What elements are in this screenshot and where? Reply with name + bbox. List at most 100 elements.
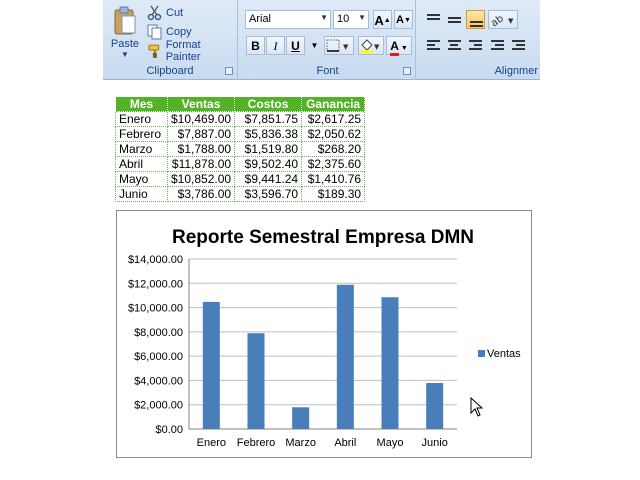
font-color-button[interactable]: A ▼ [386, 36, 412, 56]
fill-bucket-icon: ▼ [361, 39, 380, 53]
bar-chart: Reporte Semestral Empresa DMN $0.00 $2,00… [128, 227, 521, 449]
format-painter-button[interactable]: Format Painter [147, 39, 237, 63]
underline-dropdown[interactable]: ▼ [305, 36, 324, 55]
mouse-cursor-icon [470, 397, 484, 417]
x-tick-label: Abril [334, 437, 356, 449]
fill-color-button[interactable]: ▼ [358, 36, 384, 55]
font-size-select[interactable]: 10 ▼ [333, 10, 369, 29]
grow-font-button[interactable]: A▲ [373, 10, 392, 29]
header-costos[interactable]: Costos [234, 96, 303, 112]
cell-ganancia[interactable]: $1,410.76 [301, 171, 366, 187]
underline-button[interactable]: U [286, 36, 305, 55]
cell-costos[interactable]: $5,836.38 [234, 126, 303, 142]
svg-text:▼: ▼ [343, 43, 349, 51]
legend-label: Ventas [487, 348, 521, 360]
bold-button[interactable]: B [246, 36, 265, 55]
x-tick-label: Enero [197, 437, 226, 449]
chevron-down-icon: ▼ [310, 41, 319, 50]
bar-junio[interactable] [426, 383, 444, 429]
borders-icon: ▼ [326, 39, 349, 52]
font-group: Arial ▼ 10 ▼ A▲ A▼ B I U ▼ ▼ ▼ A ▼ Font [240, 0, 416, 80]
cell-mes[interactable]: Mayo [115, 171, 168, 187]
cell-mes[interactable]: Junio [115, 186, 168, 202]
font-dialog-launcher[interactable] [403, 67, 411, 75]
paste-dropdown-icon[interactable]: ▼ [109, 50, 141, 59]
align-right-button[interactable] [466, 36, 485, 55]
x-tick-label: Febrero [237, 437, 276, 449]
cell-costos[interactable]: $7,851.75 [234, 111, 303, 127]
alignment-group-label: Alignmer [494, 65, 538, 77]
cell-ventas[interactable]: $10,852.00 [166, 171, 236, 187]
cell-ganancia[interactable]: $2,375.60 [301, 156, 366, 172]
cell-ventas[interactable]: $3,786.00 [166, 186, 236, 202]
cell-mes[interactable]: Enero [115, 111, 168, 127]
underline-label: U [291, 39, 300, 53]
paste-label: Paste [110, 38, 140, 50]
paste-button[interactable]: Paste ▼ [109, 4, 141, 62]
cut-button[interactable]: Cut [147, 4, 183, 21]
paintbrush-icon [148, 44, 160, 58]
legend[interactable]: Ventas [478, 348, 521, 360]
table-row: Febrero $7,887.00 $5,836.38 $2,050.62 [115, 126, 366, 142]
cell-costos[interactable]: $1,519.80 [234, 141, 303, 157]
shrink-font-button[interactable]: A▼ [394, 10, 413, 29]
table-row: Abril $11,878.00 $9,502.40 $2,375.60 [115, 156, 366, 172]
borders-button[interactable]: ▼ [324, 36, 354, 55]
increase-indent-button[interactable] [509, 36, 528, 55]
cell-costos[interactable]: $9,502.40 [234, 156, 303, 172]
y-tick-label: $6,000.00 [134, 351, 183, 363]
font-size-value: 10 [337, 13, 350, 25]
cell-mes[interactable]: Febrero [115, 126, 168, 142]
cell-ganancia[interactable]: $268.20 [301, 141, 366, 157]
font-group-label: Font [316, 65, 339, 77]
scissors-icon [147, 5, 162, 20]
chart-object[interactable]: Reporte Semestral Empresa DMN $0.00 $2,00… [116, 210, 532, 458]
cell-ventas[interactable]: $10,469.00 [166, 111, 236, 127]
cut-label: Cut [166, 6, 184, 19]
copy-button[interactable]: Copy [147, 23, 192, 40]
bold-label: B [251, 39, 260, 53]
cell-ventas[interactable]: $11,878.00 [166, 156, 236, 172]
font-name-value: Arial [249, 13, 272, 25]
y-tick-label: $2,000.00 [134, 400, 183, 412]
align-left-button[interactable] [424, 36, 443, 55]
y-tick-label: $14,000.00 [128, 254, 183, 266]
bottom-align-button[interactable] [466, 10, 485, 29]
alignment-group: ab ▼ Alignmer [418, 0, 540, 80]
cell-ganancia[interactable]: $2,050.62 [301, 126, 366, 142]
cell-ventas[interactable]: $1,788.00 [166, 141, 236, 157]
x-tick-label: Junio [422, 437, 448, 449]
cell-mes[interactable]: Abril [115, 156, 168, 172]
x-tick-label: Mayo [377, 437, 404, 449]
y-tick-label: $0.00 [155, 424, 183, 436]
text-orientation-icon: ab ▼ [489, 13, 514, 29]
bar-abril[interactable] [336, 284, 354, 429]
cell-ventas[interactable]: $7,887.00 [166, 126, 236, 142]
cell-ganancia[interactable]: $2,617.25 [301, 111, 366, 127]
bar-febrero[interactable] [247, 333, 265, 429]
legend-swatch [478, 350, 485, 357]
header-ventas[interactable]: Ventas [166, 96, 236, 112]
bar-marzo[interactable] [292, 407, 310, 429]
plot-area[interactable] [202, 284, 444, 429]
orientation-button[interactable]: ab ▼ [488, 10, 518, 29]
cell-ganancia[interactable]: $189.30 [301, 186, 366, 202]
cell-mes[interactable]: Marzo [115, 141, 168, 157]
grow-font-label: A [374, 13, 384, 28]
header-mes[interactable]: Mes [115, 96, 168, 112]
decrease-indent-button[interactable] [488, 36, 507, 55]
clipboard-dialog-launcher[interactable] [225, 67, 233, 75]
italic-button[interactable]: I [266, 36, 285, 55]
header-ganancia[interactable]: Ganancia [301, 96, 366, 112]
bar-mayo[interactable] [381, 297, 399, 429]
data-table: Mes Ventas Costos Ganancia Enero $10,469… [115, 96, 366, 202]
cell-costos[interactable]: $9,441.24 [234, 171, 303, 187]
top-align-button[interactable] [424, 10, 443, 29]
bar-enero[interactable] [202, 301, 220, 429]
font-name-select[interactable]: Arial ▼ [245, 10, 331, 29]
clipboard-group-label: Clipboard [146, 65, 194, 77]
middle-align-button[interactable] [445, 10, 464, 29]
y-axis: $0.00 $2,000.00 $4,000.00 $6,000.00 $8,000.0… [128, 254, 183, 436]
cell-costos[interactable]: $3,596.70 [234, 186, 303, 202]
align-center-button[interactable] [445, 36, 464, 55]
